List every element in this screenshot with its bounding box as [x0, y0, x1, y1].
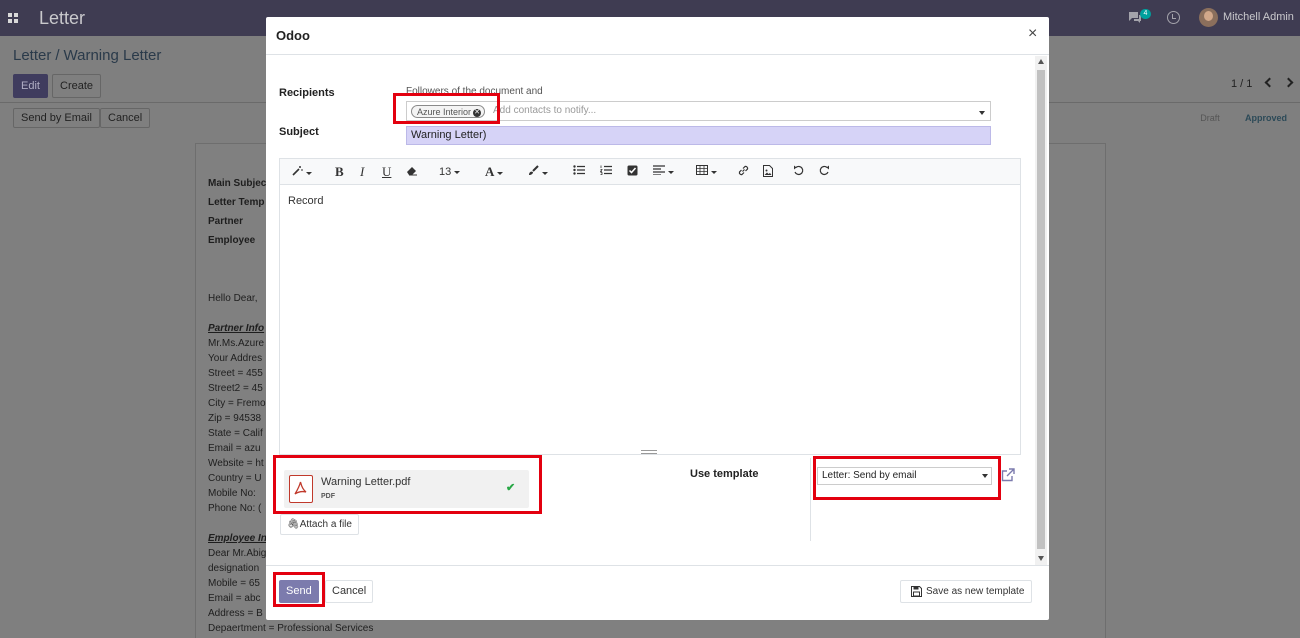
unordered-list-icon[interactable] — [573, 165, 585, 179]
floppy-disk-icon — [911, 586, 922, 597]
app-title[interactable]: Letter — [39, 8, 85, 29]
attachment-name[interactable]: Warning Letter.pdf — [321, 476, 410, 488]
external-link-icon[interactable] — [1001, 468, 1015, 482]
media-icon[interactable] — [763, 165, 773, 179]
bold-icon[interactable]: B — [335, 165, 344, 179]
editor-body-text[interactable]: Record — [288, 195, 323, 207]
followers-text: Followers of the document and — [406, 86, 543, 97]
template-value: Letter: Send by email — [822, 470, 917, 481]
align-icon[interactable] — [653, 165, 674, 179]
dialog-footer: Send Cancel Save as new template — [266, 565, 1049, 620]
save-template-label: Save as new template — [926, 586, 1025, 597]
attachment-type: PDF — [321, 493, 335, 500]
font-size-dropdown[interactable]: 13 — [439, 165, 461, 179]
recipient-tag-label: Azure Interior — [417, 107, 472, 117]
recipients-input[interactable]: Azure Interior ✕ Add contacts to notify..… — [406, 101, 991, 121]
activity-clock-icon[interactable] — [1167, 11, 1180, 24]
attachment-card[interactable]: Warning Letter.pdf PDF ✔ — [284, 470, 529, 508]
pdf-file-icon — [289, 475, 313, 503]
stage-draft[interactable]: Draft — [1188, 107, 1232, 129]
compose-email-dialog: Odoo × Recipients Followers of the docum… — [266, 17, 1049, 620]
user-avatar[interactable] — [1199, 8, 1218, 27]
create-button[interactable]: Create — [52, 74, 102, 98]
dialog-scrollbar[interactable] — [1035, 56, 1047, 565]
chevron-down-icon[interactable] — [979, 111, 985, 115]
editor-toolbar: B I U 13 A — [280, 159, 1020, 185]
attach-file-button[interactable]: 🖇Attach a file — [280, 514, 359, 535]
save-as-template-button[interactable]: Save as new template — [900, 580, 1033, 603]
paint-brush-icon[interactable] — [528, 165, 548, 179]
user-name[interactable]: Mitchell Admin — [1223, 11, 1294, 23]
undo-icon[interactable] — [793, 165, 804, 179]
breadcrumb-separator: / — [55, 47, 60, 64]
checklist-icon[interactable] — [627, 165, 638, 179]
scrollbar-thumb[interactable] — [1037, 70, 1045, 549]
use-template-label: Use template — [690, 468, 759, 480]
stage-approved[interactable]: Approved — [1232, 107, 1300, 129]
send-by-email-button[interactable]: Send by Email — [13, 108, 100, 128]
contacts-placeholder[interactable]: Add contacts to notify... — [493, 105, 596, 116]
dialog-title: Odoo — [276, 28, 310, 43]
magic-wand-icon[interactable] — [292, 165, 312, 179]
send-button[interactable]: Send — [279, 580, 319, 603]
recipients-label: Recipients — [279, 87, 335, 99]
table-icon[interactable] — [696, 165, 717, 179]
eraser-icon[interactable] — [406, 165, 418, 179]
paperclip-icon: 🖇 — [287, 519, 300, 530]
chevron-down-icon[interactable] — [982, 474, 988, 478]
status-bar: Draft Approved — [1188, 107, 1300, 129]
subject-field[interactable]: Warning Letter) — [406, 126, 991, 145]
template-divider — [810, 458, 811, 541]
subject-label: Subject — [279, 126, 319, 138]
attach-file-label: Attach a file — [299, 519, 352, 530]
close-icon[interactable]: × — [1028, 25, 1037, 43]
redo-icon[interactable] — [819, 165, 830, 179]
cancel-button[interactable]: Cancel — [325, 580, 374, 603]
pager-value[interactable]: 1 / 1 — [1231, 78, 1252, 90]
scroll-down-icon[interactable] — [1038, 556, 1044, 561]
statusbar-cancel-button[interactable]: Cancel — [100, 108, 151, 128]
ordered-list-icon[interactable] — [599, 165, 612, 179]
underline-icon[interactable]: U — [382, 165, 391, 179]
template-select[interactable]: Letter: Send by email — [817, 467, 992, 485]
dialog-header: Odoo × — [266, 17, 1049, 55]
font-size-value: 13 — [439, 166, 452, 178]
remove-tag-icon[interactable]: ✕ — [473, 108, 482, 117]
breadcrumb: Letter / Warning Letter — [13, 47, 161, 64]
resize-handle[interactable] — [641, 450, 657, 454]
scroll-up-icon[interactable] — [1038, 59, 1044, 64]
breadcrumb-current: Warning Letter — [63, 47, 162, 64]
font-color-icon[interactable]: A — [485, 165, 504, 179]
recipient-tag[interactable]: Azure Interior ✕ — [411, 105, 486, 118]
html-editor: B I U 13 A Record — [279, 158, 1021, 455]
edit-button[interactable]: Edit — [13, 74, 48, 98]
italic-icon[interactable]: I — [360, 165, 364, 179]
apps-menu-icon[interactable] — [8, 13, 19, 23]
check-icon: ✔ — [506, 482, 516, 494]
doc-line: Depaertment = Professional Services — [208, 623, 374, 634]
link-icon[interactable] — [738, 165, 749, 179]
chat-count-badge: 4 — [1140, 9, 1151, 19]
dialog-body: Recipients Followers of the document and… — [266, 56, 1049, 565]
breadcrumb-parent[interactable]: Letter — [13, 47, 51, 64]
